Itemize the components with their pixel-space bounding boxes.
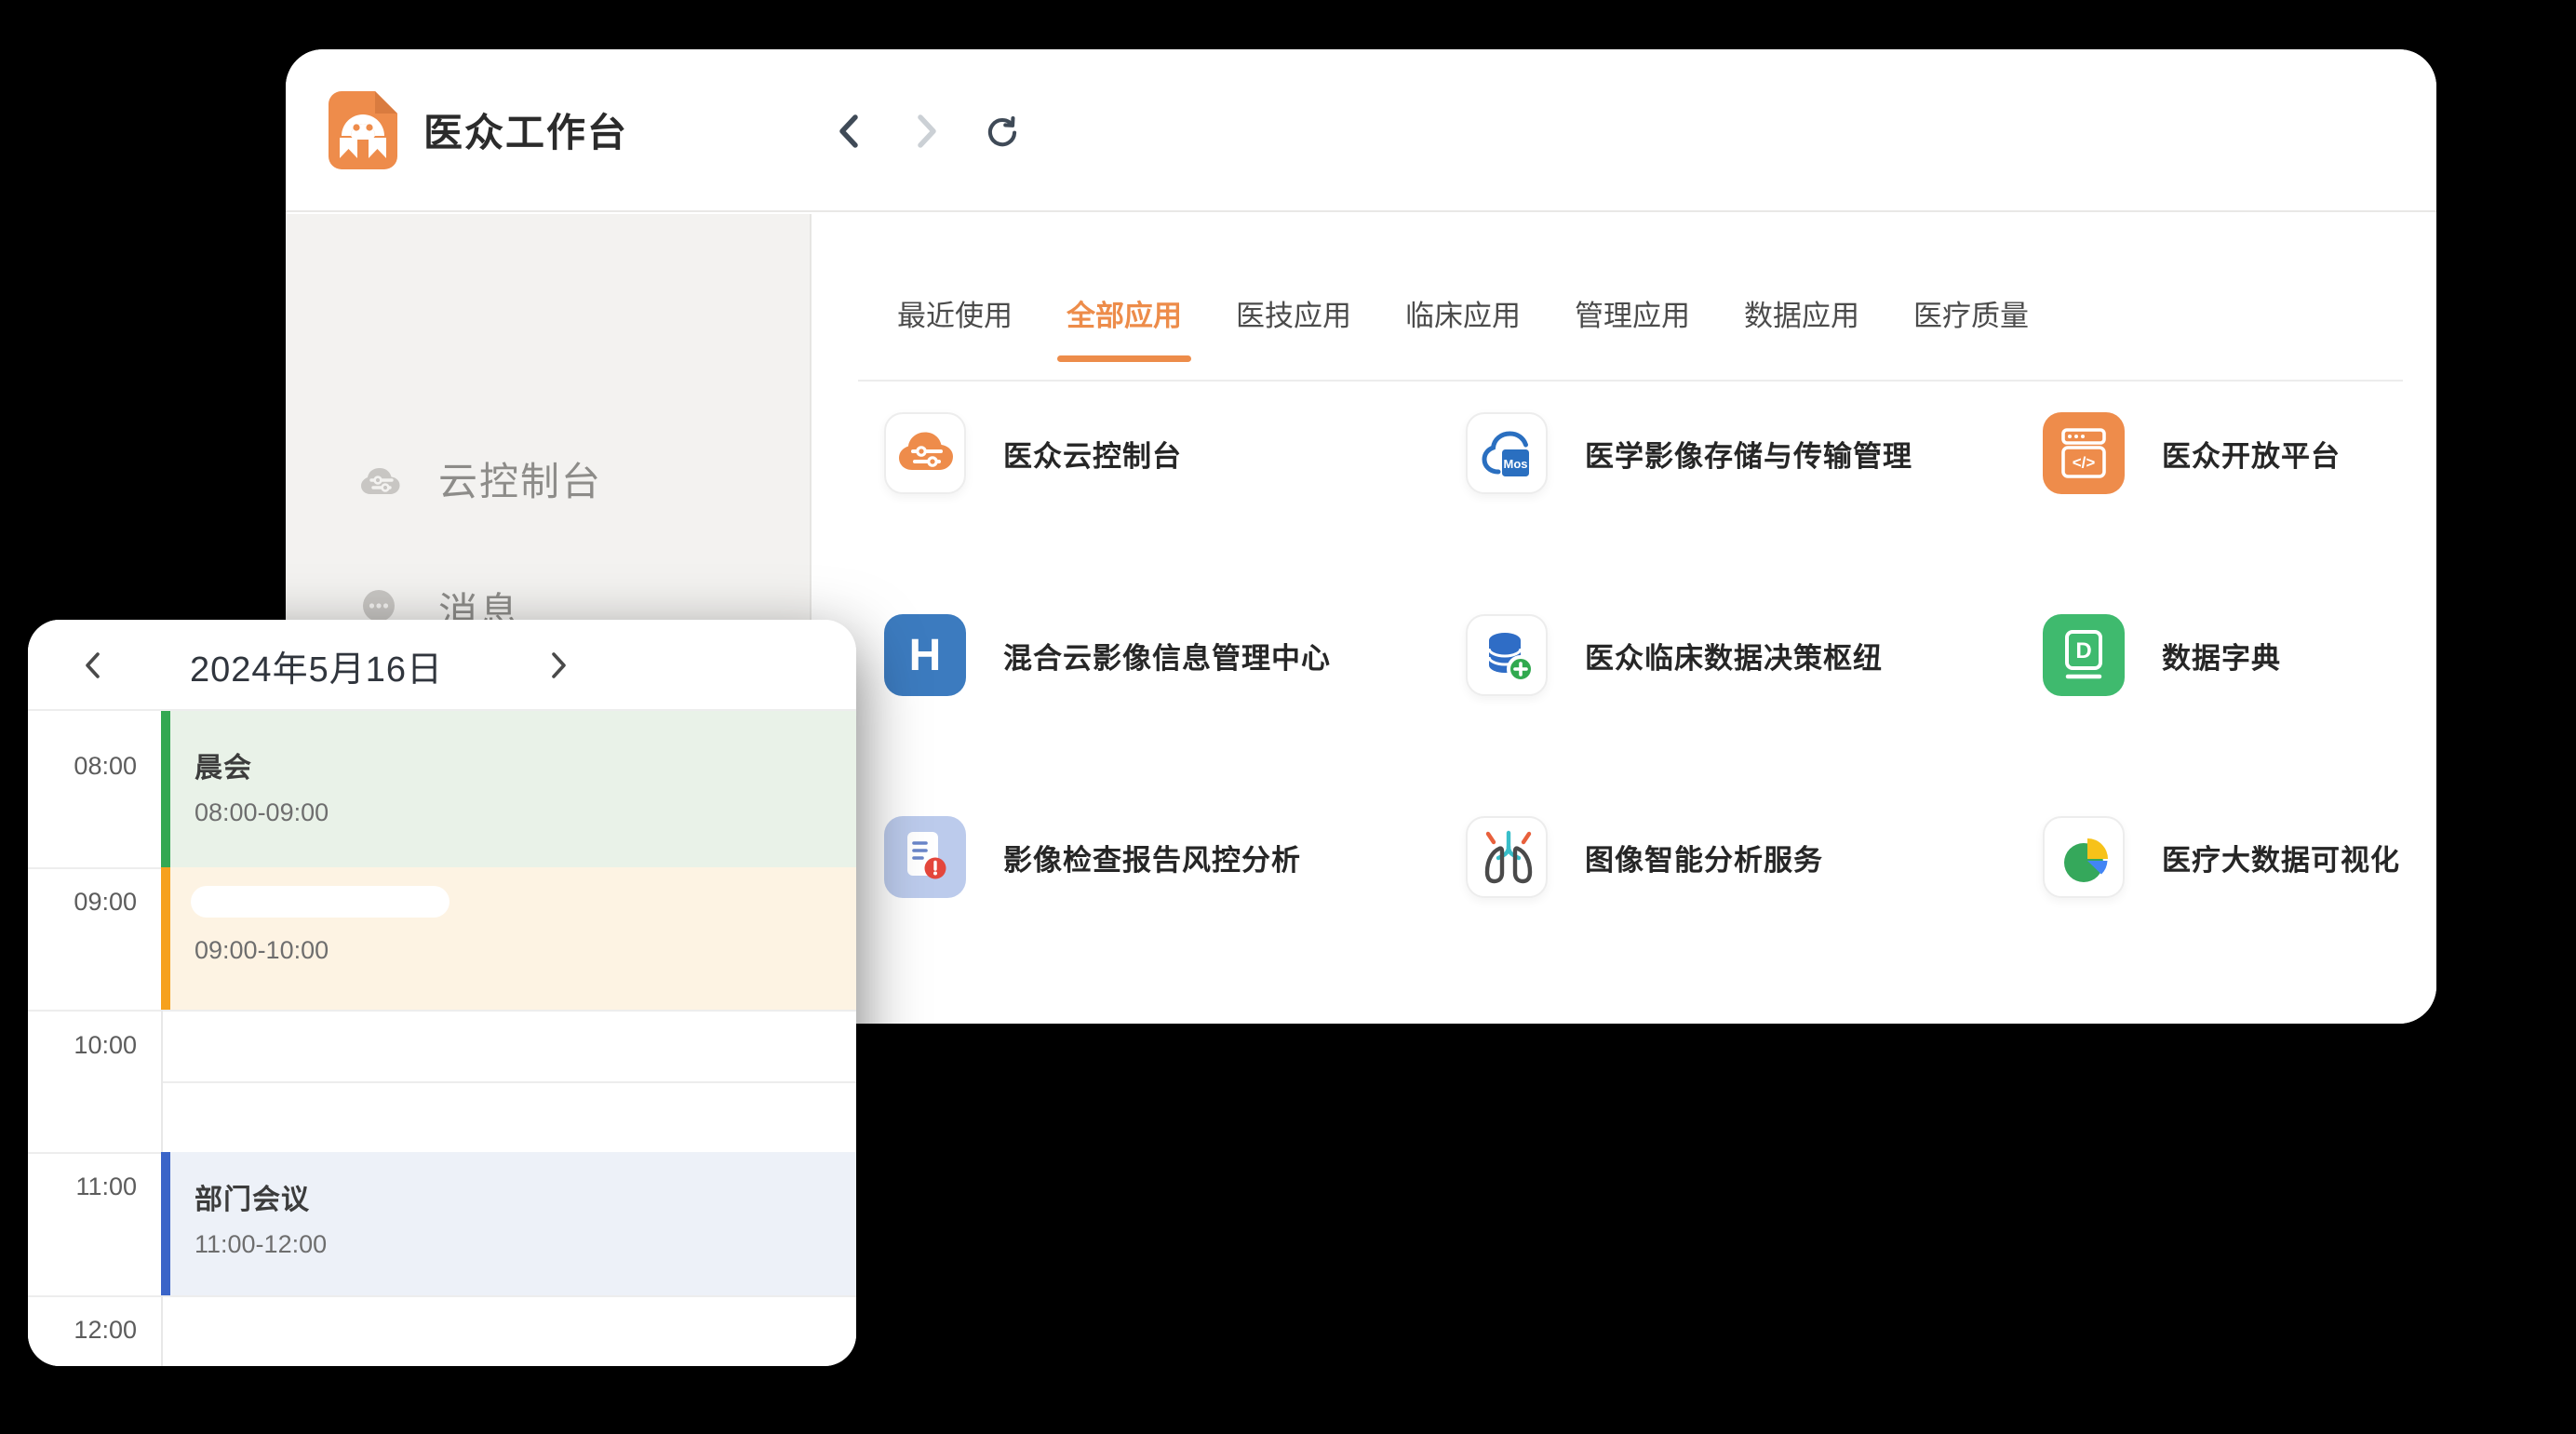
calendar-event-morning-meeting[interactable]: 晨会 08:00-09:00 xyxy=(161,711,856,867)
tab-medtech-apps[interactable]: 医技应用 xyxy=(1236,292,1351,362)
mos-cloud-icon: Mos xyxy=(1466,412,1548,494)
tab-all-apps[interactable]: 全部应用 xyxy=(1067,292,1182,362)
sidebar-item-label: 云控制台 xyxy=(438,450,602,507)
calendar-event-redacted[interactable]: 09:00-10:00 xyxy=(161,867,856,1010)
time-label: 12:00 xyxy=(28,1316,137,1345)
event-time: 09:00-10:00 xyxy=(195,936,856,965)
cloud-sliders-icon xyxy=(356,457,405,500)
main-content: 最近使用 全部应用 医技应用 临床应用 管理应用 数据应用 医疗质量 xyxy=(812,214,2436,1024)
event-title: 部门会议 xyxy=(195,1176,856,1217)
calendar-event-department-meeting[interactable]: 部门会议 11:00-12:00 xyxy=(161,1152,856,1295)
orange-cloud-sliders-icon xyxy=(884,412,966,494)
app-item-bigdata-visualization[interactable]: 医疗大数据可视化 xyxy=(2043,816,2400,898)
hour-gridline xyxy=(28,1010,856,1012)
window-title: 医众工作台 xyxy=(423,101,628,158)
app-item-report-risk-analysis[interactable]: 影像检查报告风控分析 xyxy=(884,816,1301,898)
page: 医众工作台 xyxy=(0,0,2576,1434)
time-label: 10:00 xyxy=(28,1031,137,1060)
app-item-image-ai-analysis[interactable]: 图像智能分析服务 xyxy=(1466,816,1823,898)
app-item-hybrid-cloud-center[interactable]: H 混合云影像信息管理中心 xyxy=(884,614,1331,696)
svg-text:Mos: Mos xyxy=(1504,457,1528,471)
app-label: 数据字典 xyxy=(2162,635,2281,677)
app-label: 图像智能分析服务 xyxy=(1585,837,1823,878)
app-label: 医众临床数据决策枢纽 xyxy=(1585,635,1883,677)
calendar-next-button chevron-right-icon[interactable] xyxy=(538,620,579,711)
code-window-icon: </> xyxy=(2043,412,2125,494)
tab-divider xyxy=(858,380,2403,382)
database-plus-icon xyxy=(1466,614,1548,696)
app-label: 医疗大数据可视化 xyxy=(2162,837,2400,878)
calendar-header: 2024年5月16日 xyxy=(28,620,856,711)
event-time: 08:00-09:00 xyxy=(195,798,856,827)
app-logo mascot-document-icon xyxy=(329,91,397,169)
window-header: 医众工作台 xyxy=(286,49,2436,212)
letter-h-icon: H xyxy=(884,614,966,696)
app-label: 影像检查报告风控分析 xyxy=(1003,837,1301,878)
tab-recent[interactable]: 最近使用 xyxy=(897,292,1013,362)
dictionary-book-icon: D xyxy=(2043,614,2125,696)
app-label: 医众云控制台 xyxy=(1003,433,1182,475)
app-item-clinical-data-hub[interactable]: 医众临床数据决策枢纽 xyxy=(1466,614,1883,696)
tab-bar: 最近使用 全部应用 医技应用 临床应用 管理应用 数据应用 医疗质量 xyxy=(812,214,2436,382)
tab-quality[interactable]: 医疗质量 xyxy=(1913,292,2029,362)
tab-admin-apps[interactable]: 管理应用 xyxy=(1575,292,1690,362)
forward-button chevron-right-icon[interactable] xyxy=(909,111,943,152)
half-hour-gridline xyxy=(163,1081,856,1083)
calendar-day-grid: 08:00 09:00 10:00 11:00 12:00 晨会 08:00-0… xyxy=(28,711,856,1366)
calendar-prev-button chevron-left-icon[interactable] xyxy=(73,620,114,711)
app-item-data-dictionary[interactable]: D 数据字典 xyxy=(2043,614,2281,696)
time-label: 11:00 xyxy=(28,1173,137,1201)
time-label: 08:00 xyxy=(28,752,137,781)
app-item-cloud-console[interactable]: 医众云控制台 xyxy=(884,412,1182,494)
lungs-icon xyxy=(1466,816,1548,898)
app-item-open-platform[interactable]: </> 医众开放平台 xyxy=(2043,412,2341,494)
app-label: 混合云影像信息管理中心 xyxy=(1003,635,1331,677)
hour-gridline xyxy=(28,1295,856,1297)
redacted-title-pill xyxy=(191,886,449,918)
refresh-button refresh-icon[interactable] xyxy=(986,111,1019,152)
browser-nav xyxy=(833,49,1019,212)
time-label: 09:00 xyxy=(28,888,137,917)
pie-chart-icon xyxy=(2043,816,2125,898)
svg-text:</>: </> xyxy=(2073,454,2096,472)
report-alert-icon xyxy=(884,816,966,898)
calendar-panel: 2024年5月16日 08:00 09:00 10:00 11:00 12:00… xyxy=(28,620,856,1366)
sidebar-item-cloud-console[interactable]: 云控制台 xyxy=(356,441,602,516)
tab-clinical-apps[interactable]: 临床应用 xyxy=(1405,292,1521,362)
app-label: 医众开放平台 xyxy=(2162,433,2341,475)
event-title: 晨会 xyxy=(195,744,856,785)
tab-data-apps[interactable]: 数据应用 xyxy=(1744,292,1859,362)
calendar-date-label: 2024年5月16日 xyxy=(149,620,484,711)
event-time: 11:00-12:00 xyxy=(195,1230,856,1259)
app-label: 医学影像存储与传输管理 xyxy=(1585,433,1912,475)
svg-text:D: D xyxy=(2075,638,2091,663)
back-button chevron-left-icon[interactable] xyxy=(833,111,866,152)
app-item-image-storage[interactable]: Mos 医学影像存储与传输管理 xyxy=(1466,412,1912,494)
